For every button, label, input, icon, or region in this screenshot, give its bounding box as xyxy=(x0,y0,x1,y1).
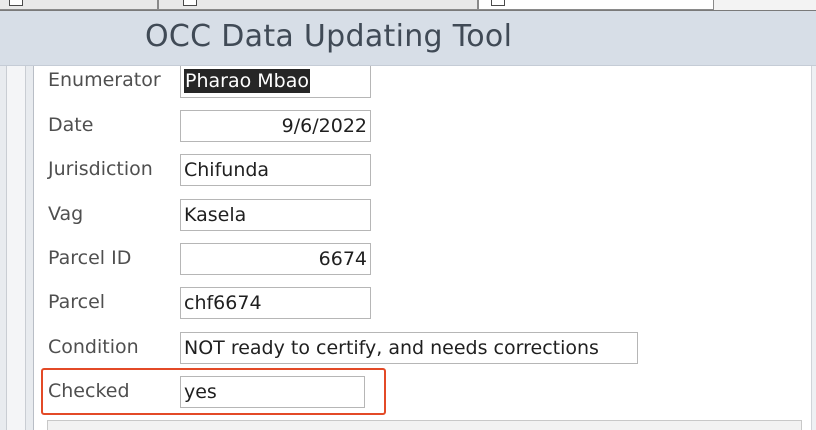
date-label: Date xyxy=(48,114,94,136)
record-selector-bar[interactable] xyxy=(6,66,26,430)
form-tab-icon xyxy=(183,0,197,6)
form-header: OCC Data Updating Tool xyxy=(0,11,816,66)
subform-container[interactable] xyxy=(47,420,802,430)
form-tab-icon xyxy=(491,0,505,6)
jurisdiction-label: Jurisdiction xyxy=(48,158,153,180)
form-detail-section: Enumerator Pharao Mbao Date 9/6/2022 Jur… xyxy=(34,66,816,430)
tab-label-cropped xyxy=(209,0,359,3)
document-tab-2[interactable] xyxy=(158,0,478,10)
enumerator-label: Enumerator xyxy=(48,69,161,91)
condition-label: Condition xyxy=(48,336,139,358)
form-title: OCC Data Updating Tool xyxy=(145,19,513,54)
parcel-id-field[interactable]: 6674 xyxy=(180,243,371,275)
tab-label-cropped xyxy=(33,0,133,3)
vag-label: Vag xyxy=(48,203,84,225)
parcel-field[interactable]: chf6674 xyxy=(180,287,371,319)
checked-field[interactable]: yes xyxy=(180,376,365,408)
vag-field[interactable]: Kasela xyxy=(180,199,371,231)
access-form-window: OCC Data Updating Tool Enumerator Pharao… xyxy=(0,0,816,430)
document-tab-1[interactable] xyxy=(0,0,158,10)
enumerator-field[interactable]: Pharao Mbao xyxy=(180,66,371,98)
parcel-label: Parcel xyxy=(48,291,106,313)
jurisdiction-field[interactable]: Chifunda xyxy=(180,154,371,186)
checked-label: Checked xyxy=(48,380,130,402)
parcel-id-label: Parcel ID xyxy=(48,247,132,269)
form-right-border xyxy=(811,66,816,430)
document-tab-3[interactable] xyxy=(478,0,714,10)
date-field[interactable]: 9/6/2022 xyxy=(180,110,371,142)
condition-field[interactable]: NOT ready to certify, and needs correcti… xyxy=(180,332,638,364)
document-tab-strip xyxy=(0,0,816,11)
enumerator-value: Pharao Mbao xyxy=(184,69,310,93)
form-tab-icon xyxy=(9,0,23,6)
record-selector[interactable] xyxy=(0,66,34,430)
tab-label-cropped xyxy=(519,0,679,3)
